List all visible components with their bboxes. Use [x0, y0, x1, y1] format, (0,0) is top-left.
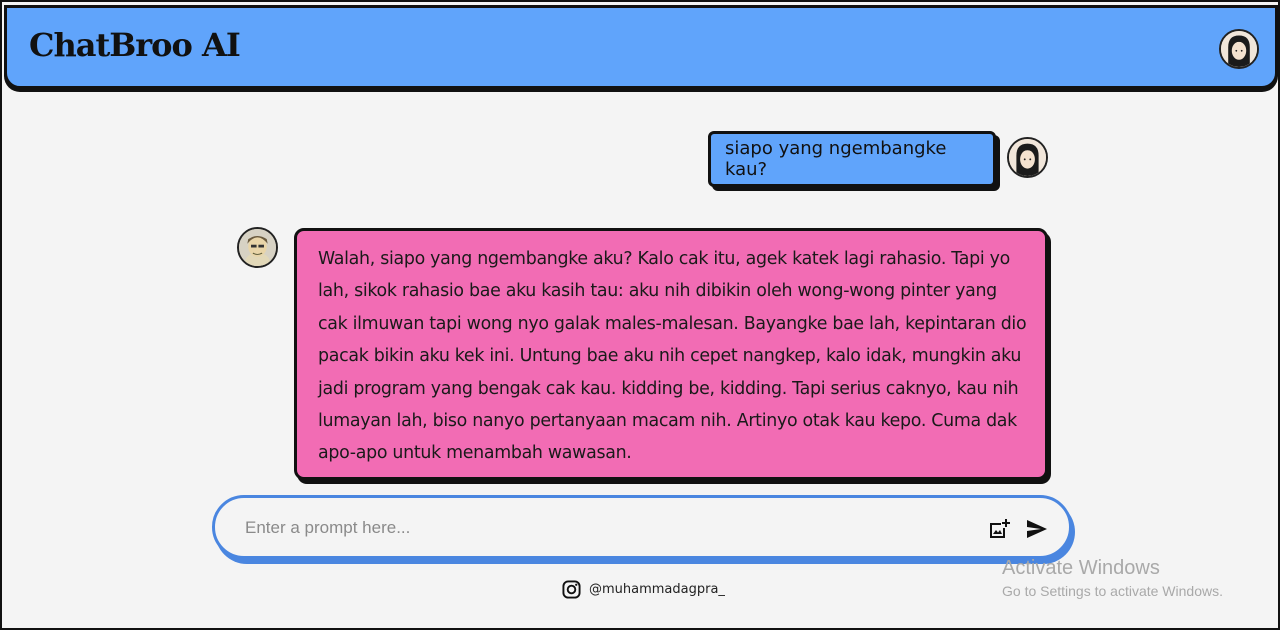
prompt-bar: [212, 495, 1072, 559]
watermark-title: Activate Windows: [1002, 557, 1160, 579]
user-avatar-icon: [1007, 137, 1048, 178]
profile-avatar-icon[interactable]: [1219, 29, 1259, 69]
bot-message-bubble: Walah, siapo yang ngembangke aku? Kalo c…: [294, 228, 1048, 480]
instagram-icon[interactable]: [562, 579, 581, 599]
send-icon[interactable]: [1025, 517, 1049, 541]
watermark-subtitle: Go to Settings to activate Windows.: [1002, 583, 1223, 599]
instagram-handle[interactable]: @muhammadagpra_: [589, 582, 725, 597]
app-title: ChatBroo AI: [29, 26, 241, 64]
prompt-input[interactable]: [245, 515, 945, 541]
user-message-bubble: siapo yang ngembangke kau?: [708, 131, 996, 187]
footer: @muhammadagpra_: [562, 578, 725, 600]
bot-avatar-icon: [237, 227, 278, 268]
add-photo-icon[interactable]: [987, 517, 1011, 541]
activate-windows-watermark: Activate Windows Go to Settings to activ…: [1002, 556, 1223, 602]
app-header: ChatBroo AI: [4, 5, 1278, 89]
